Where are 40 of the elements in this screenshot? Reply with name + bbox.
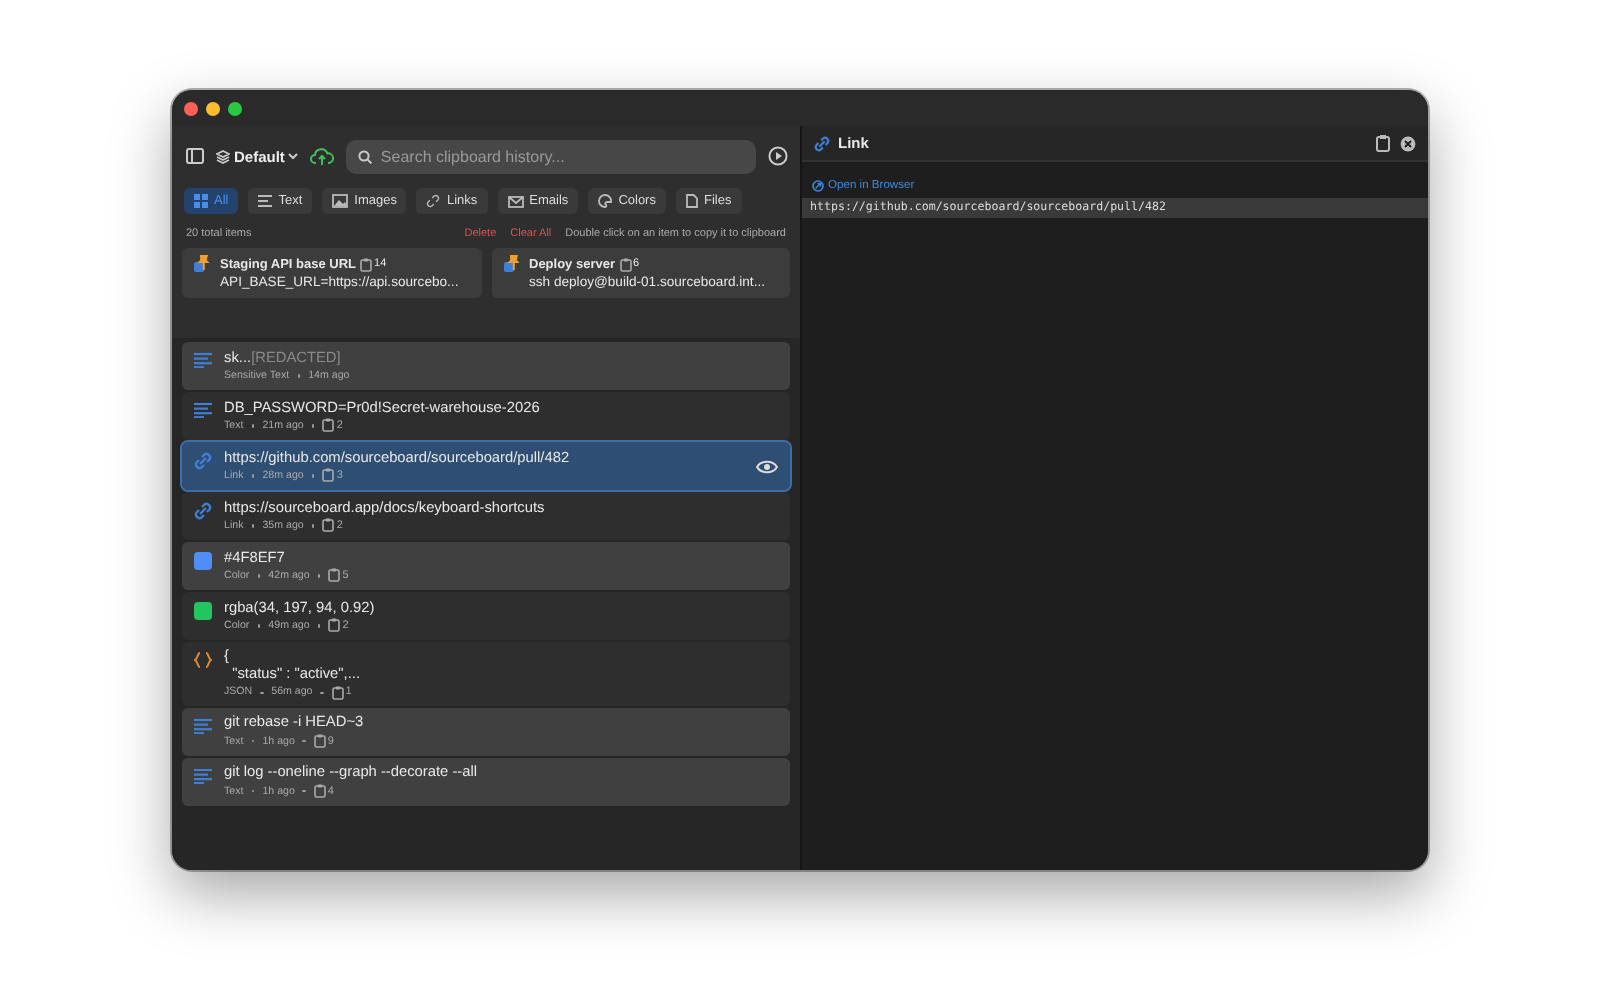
grid-icon bbox=[194, 194, 208, 208]
eye-icon[interactable] bbox=[756, 459, 778, 473]
layers-icon bbox=[216, 149, 230, 163]
compass-icon bbox=[812, 180, 824, 192]
clipboard-icon bbox=[322, 468, 335, 483]
clipboard-icon bbox=[322, 418, 335, 433]
play-icon[interactable] bbox=[768, 146, 788, 166]
search-field[interactable]: Search clipboard history... bbox=[346, 139, 756, 173]
text-icon bbox=[194, 402, 212, 418]
text-icon bbox=[194, 717, 212, 734]
link-icon bbox=[814, 135, 830, 151]
pin-icon bbox=[194, 254, 212, 274]
text-icon bbox=[258, 194, 273, 208]
clipboard-icon bbox=[619, 257, 631, 271]
minimize-button[interactable] bbox=[206, 101, 220, 115]
copy-icon[interactable] bbox=[1376, 134, 1392, 152]
text-icon bbox=[194, 352, 212, 368]
sidebar-toggle-icon[interactable] bbox=[186, 148, 204, 164]
link-icon bbox=[426, 194, 441, 208]
close-icon[interactable] bbox=[1400, 135, 1416, 151]
envelope-icon bbox=[507, 195, 524, 207]
clipboard-icon bbox=[322, 518, 335, 533]
chevron-down-icon bbox=[288, 152, 299, 160]
clipboard-icon bbox=[328, 568, 341, 583]
palette-icon bbox=[598, 194, 613, 208]
clipboard-icon bbox=[328, 618, 341, 633]
zoom-button[interactable] bbox=[228, 101, 242, 115]
link-icon bbox=[194, 502, 212, 520]
document-icon bbox=[685, 194, 698, 208]
clipboard-icon bbox=[360, 257, 373, 271]
close-button[interactable] bbox=[184, 101, 198, 115]
link-icon bbox=[194, 452, 212, 470]
text-icon bbox=[194, 767, 212, 784]
cloud-upload-icon[interactable] bbox=[310, 147, 335, 165]
braces-icon bbox=[194, 652, 212, 668]
clipboard-icon bbox=[331, 685, 344, 700]
image-icon bbox=[332, 194, 349, 208]
clipboard-icon bbox=[313, 734, 326, 749]
clipboard-icon bbox=[313, 784, 326, 799]
pin-icon bbox=[503, 254, 521, 274]
